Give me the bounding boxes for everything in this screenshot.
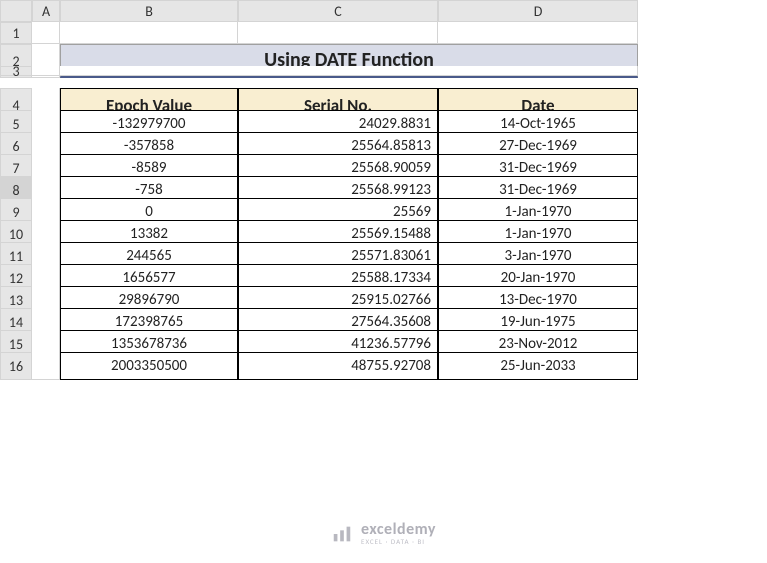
bar-chart-icon (331, 523, 353, 545)
cell-serial[interactable]: 48755.92708 (238, 352, 438, 380)
row-header[interactable]: 16 (0, 352, 32, 380)
cell[interactable] (32, 22, 60, 44)
logo: exceldemy EXCEL · DATA · BI (0, 522, 767, 545)
cell[interactable] (60, 66, 638, 76)
row-header[interactable]: 1 (0, 22, 32, 44)
logo-tagline: EXCEL · DATA · BI (361, 538, 436, 545)
cell[interactable] (438, 22, 638, 44)
cell-epoch[interactable]: 2003350500 (60, 352, 238, 380)
cell[interactable] (60, 22, 238, 44)
cell-date[interactable]: 25-Jun-2033 (438, 352, 638, 380)
select-all-corner[interactable] (0, 0, 32, 22)
logo-text: exceldemy EXCEL · DATA · BI (361, 522, 436, 545)
row-header[interactable]: 3 (0, 66, 32, 76)
cell[interactable] (238, 22, 438, 44)
col-header-d[interactable]: D (438, 0, 638, 22)
cell[interactable] (32, 66, 60, 76)
spreadsheet: A B C D 1 2 Using DATE Function 3 4 Epoc… (0, 0, 767, 374)
col-header-b[interactable]: B (60, 0, 238, 22)
col-header-a[interactable]: A (32, 0, 60, 22)
logo-name: exceldemy (361, 522, 436, 538)
col-header-c[interactable]: C (238, 0, 438, 22)
cell[interactable] (32, 352, 60, 380)
